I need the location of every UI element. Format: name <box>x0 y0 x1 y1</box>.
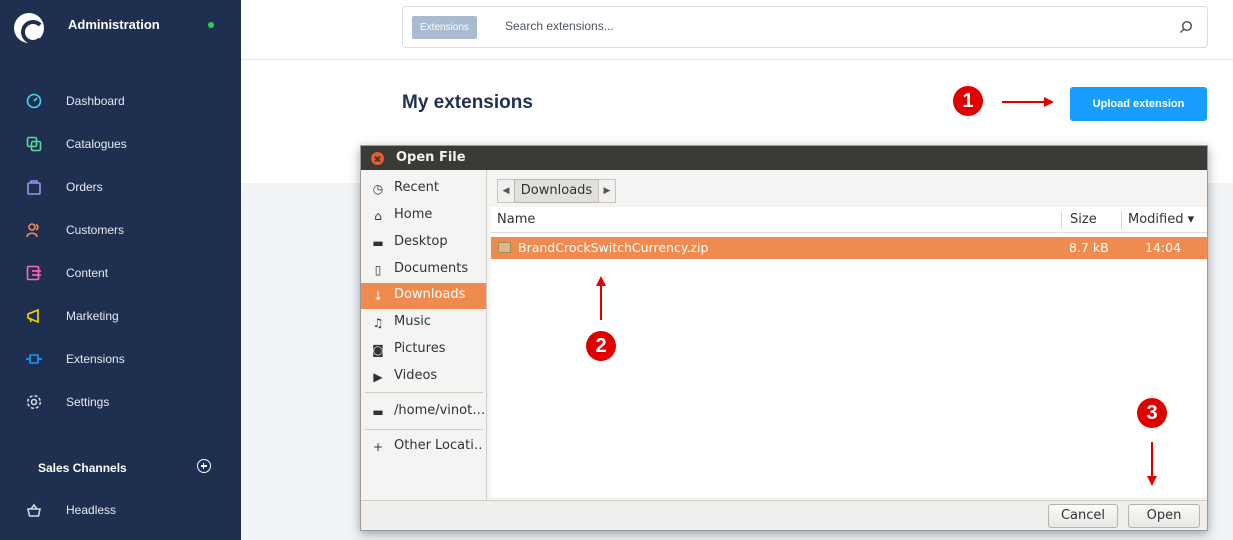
dialog-title: Open File <box>396 150 466 165</box>
topbar: Extensions Search extensions... <box>241 0 1233 60</box>
basket-icon <box>27 503 41 517</box>
search-type-tag[interactable]: Extensions <box>412 16 477 39</box>
page-title: My extensions <box>402 92 533 113</box>
step-3-arrow-icon <box>1147 442 1157 486</box>
sidebar-item-label: Catalogues <box>66 137 127 151</box>
column-modified[interactable]: Modified ▾ <box>1122 207 1207 233</box>
search-input[interactable]: Search extensions... <box>505 19 614 33</box>
place-home-vinot[interactable]: ▬ /home/vinot… <box>361 399 486 425</box>
open-file-dialog: Open File ◷ Recent ⌂ Home ▬ Desktop ▯ Do… <box>360 145 1208 531</box>
path-back-icon[interactable]: ◀ <box>497 179 515 203</box>
place-pictures[interactable]: ◙ Pictures <box>361 337 486 363</box>
sidebar-item-label: Dashboard <box>66 94 125 108</box>
extensions-icon <box>26 354 42 364</box>
place-label: Home <box>394 207 433 222</box>
home-icon: ⌂ <box>374 209 382 223</box>
document-icon: ▯ <box>374 263 382 277</box>
sidebar-item-label: Marketing <box>66 309 119 323</box>
orders-icon <box>27 180 41 195</box>
sidebar-item-settings[interactable]: Settings <box>0 382 241 422</box>
step-1-arrow-icon <box>1002 97 1054 107</box>
place-label: Desktop <box>394 234 448 249</box>
file-size: 8.7 kB <box>1069 240 1109 255</box>
sidebar-item-label: Customers <box>66 223 125 237</box>
sales-channels-heading: Sales Channels <box>38 461 127 475</box>
place-music[interactable]: ♫ Music <box>361 310 486 336</box>
step-3-badge: 3 <box>1137 398 1167 428</box>
close-icon[interactable] <box>371 152 384 165</box>
place-home[interactable]: ⌂ Home <box>361 203 486 229</box>
places-sidebar: ◷ Recent ⌂ Home ▬ Desktop ▯ Documents ↓ … <box>361 170 487 500</box>
places-divider <box>365 429 483 430</box>
place-label: Downloads <box>394 287 466 302</box>
place-recent[interactable]: ◷ Recent <box>361 176 486 202</box>
marketing-icon <box>27 308 39 324</box>
dashboard-icon <box>26 93 42 109</box>
dialog-titlebar: Open File <box>361 146 1207 170</box>
place-label: Pictures <box>394 341 446 356</box>
sidebar-item-label: Orders <box>66 180 103 194</box>
place-downloads[interactable]: ↓ Downloads <box>361 283 486 309</box>
download-icon: ↓ <box>372 289 384 303</box>
sidebar-item-label: Settings <box>66 395 110 409</box>
shopware-logo[interactable] <box>14 13 45 44</box>
catalogues-icon <box>26 136 42 152</box>
sidebar-item-label: Extensions <box>66 352 125 366</box>
path-crumb-downloads[interactable]: Downloads <box>514 179 599 203</box>
place-label: Music <box>394 314 431 329</box>
camera-icon: ◙ <box>372 343 384 357</box>
sidebar-title: Administration <box>68 17 160 32</box>
search-icon[interactable] <box>1179 20 1193 34</box>
settings-icon <box>26 394 42 410</box>
place-label: Videos <box>394 368 438 383</box>
cancel-button[interactable]: Cancel <box>1048 504 1118 528</box>
sidebar: Administration Dashboard Catalogues Orde… <box>0 0 241 540</box>
file-modified: 14:04 <box>1145 240 1182 255</box>
place-desktop[interactable]: ▬ Desktop <box>361 230 486 256</box>
place-documents[interactable]: ▯ Documents <box>361 257 486 283</box>
content-icon <box>26 265 41 281</box>
place-label: Documents <box>394 261 469 276</box>
sidebar-item-label: Content <box>66 266 109 280</box>
step-1-badge: 1 <box>953 86 983 116</box>
sidebar-item-marketing[interactable]: Marketing <box>0 296 241 336</box>
music-icon: ♫ <box>372 316 384 330</box>
place-videos[interactable]: ▶ Videos <box>361 364 486 390</box>
search-bar[interactable]: Extensions Search extensions... <box>402 6 1208 48</box>
column-name[interactable]: Name <box>491 207 1061 233</box>
path-forward-icon[interactable]: ▶ <box>598 179 616 203</box>
zip-file-icon <box>498 242 511 253</box>
sidebar-item-headless[interactable]: Headless <box>0 490 241 530</box>
upload-extension-button[interactable]: Upload extension <box>1070 87 1207 121</box>
step-2-arrow-icon <box>596 276 606 320</box>
place-label: Other Locati… <box>394 438 484 453</box>
place-label: Recent <box>394 180 439 195</box>
sidebar-item-catalogues[interactable]: Catalogues <box>0 124 241 164</box>
customers-icon <box>26 223 39 238</box>
dialog-footer: Cancel Open <box>361 500 1207 530</box>
sidebar-item-extensions[interactable]: Extensions <box>0 339 241 379</box>
sidebar-item-content[interactable]: Content <box>0 253 241 293</box>
folder-icon: ▬ <box>372 405 384 419</box>
sidebar-item-customers[interactable]: Customers <box>0 210 241 250</box>
places-divider <box>365 392 483 393</box>
sidebar-item-label: Headless <box>66 503 117 517</box>
plus-icon: + <box>372 440 384 454</box>
column-size[interactable]: Size <box>1062 207 1122 233</box>
sidebar-item-orders[interactable]: Orders <box>0 167 241 207</box>
sidebar-header: Administration <box>0 0 241 60</box>
open-button[interactable]: Open <box>1128 504 1200 528</box>
folder-icon: ▬ <box>372 236 384 250</box>
file-row[interactable]: BrandCrockSwitchCurrency.zip 8.7 kB 14:0… <box>491 237 1207 259</box>
sidebar-item-dashboard[interactable]: Dashboard <box>0 81 241 121</box>
place-other-locations[interactable]: + Other Locati… <box>361 434 486 460</box>
file-name: BrandCrockSwitchCurrency.zip <box>518 240 709 255</box>
video-icon: ▶ <box>373 370 383 384</box>
place-label: /home/vinot… <box>394 403 484 418</box>
add-sales-channel-icon[interactable] <box>197 459 211 473</box>
step-2-badge: 2 <box>586 331 616 361</box>
status-dot <box>208 22 214 28</box>
clock-icon: ◷ <box>372 182 384 196</box>
